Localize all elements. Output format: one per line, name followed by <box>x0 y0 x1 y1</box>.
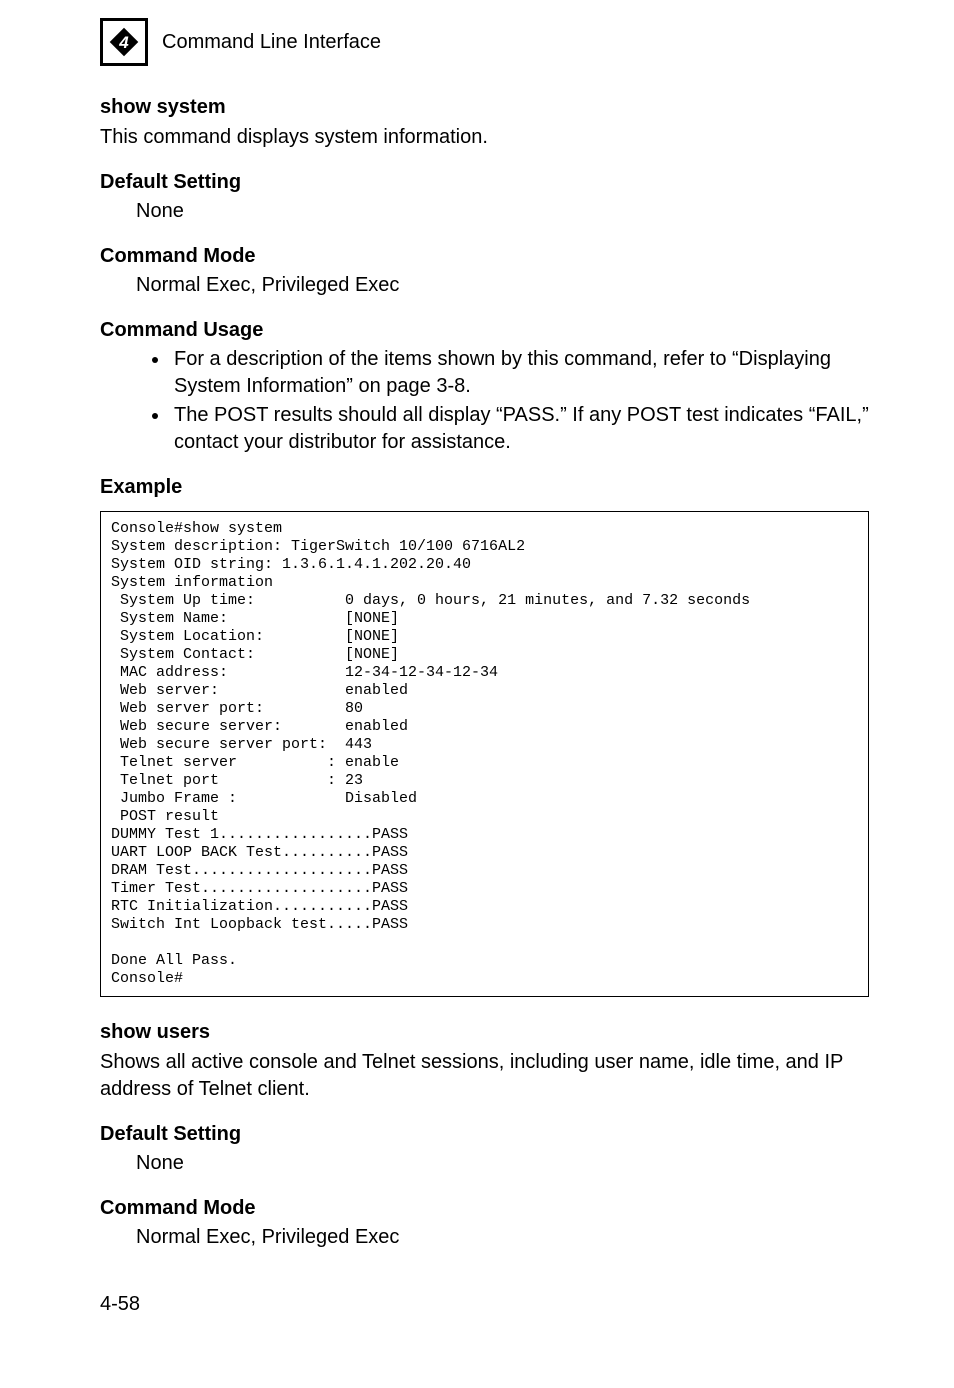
usage-list: For a description of the items shown by … <box>100 346 869 456</box>
header-title: Command Line Interface <box>162 29 381 56</box>
default-setting-value: None <box>136 198 869 225</box>
command-mode-value: Normal Exec, Privileged Exec <box>136 272 869 299</box>
command-mode-head: Command Mode <box>100 243 869 270</box>
default-setting-head: Default Setting <box>100 169 869 196</box>
default-setting-value: None <box>136 1150 869 1177</box>
svg-text:4: 4 <box>118 33 129 52</box>
command-name-show-system: show system <box>100 94 869 121</box>
command-name-show-users: show users <box>100 1019 869 1046</box>
page-header: 4 Command Line Interface <box>100 18 869 66</box>
usage-bullet: For a description of the items shown by … <box>170 346 869 400</box>
default-setting-head: Default Setting <box>100 1121 869 1148</box>
description-text: This command displays system information… <box>100 124 869 151</box>
command-mode-value: Normal Exec, Privileged Exec <box>136 1224 869 1251</box>
description-text: Shows all active console and Telnet sess… <box>100 1049 869 1103</box>
command-usage-head: Command Usage <box>100 317 869 344</box>
page-number: 4-58 <box>100 1291 869 1318</box>
chapter-icon: 4 <box>100 18 148 66</box>
command-mode-head: Command Mode <box>100 1195 869 1222</box>
example-code: Console#show system System description: … <box>100 511 869 997</box>
usage-bullet: The POST results should all display “PAS… <box>170 402 869 456</box>
example-head: Example <box>100 474 869 501</box>
